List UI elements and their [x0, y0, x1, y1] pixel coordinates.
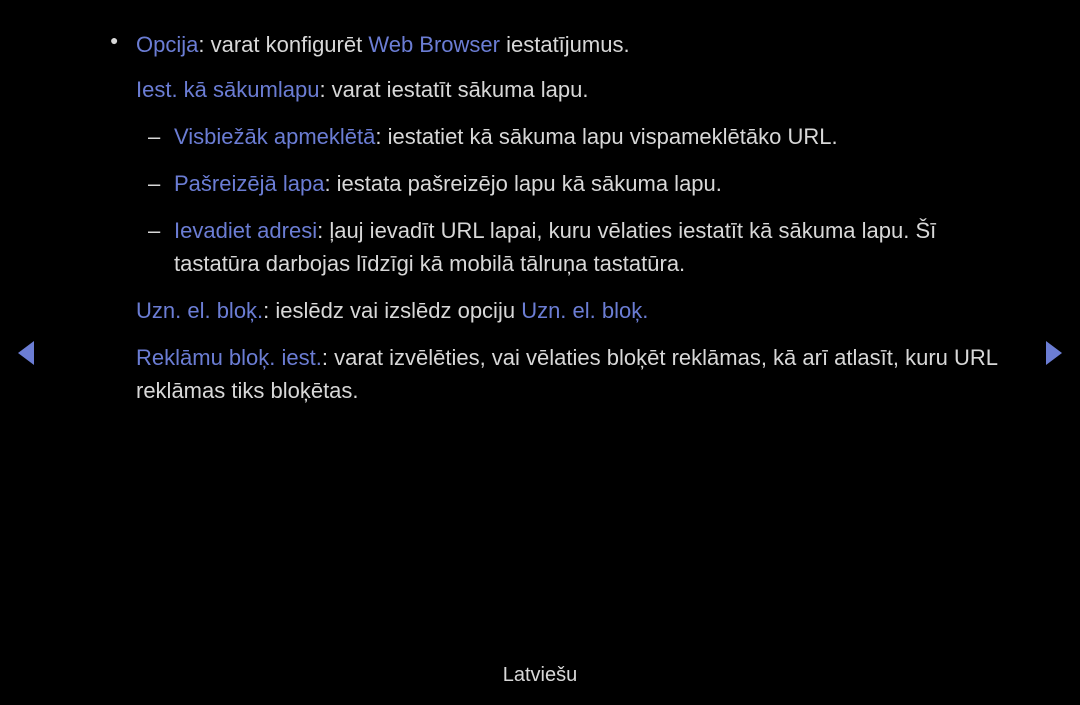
current-page-text: : iestata pašreizējo lapu kā sākuma lapu… [324, 171, 721, 196]
option-text2: iestatījumus. [500, 32, 630, 57]
nav-next-button[interactable] [1046, 341, 1062, 365]
homepage-text: : varat iestatīt sākuma lapu. [319, 77, 588, 102]
enter-address-label: Ievadiet adresi [174, 218, 317, 243]
popup-block-item: Uzn. el. bloķ.: ieslēdz vai izslēdz opci… [110, 294, 1000, 327]
homepage-item: Iest. kā sākumlapu: varat iestatīt sākum… [110, 73, 1000, 106]
current-page-label: Pašreizējā lapa [174, 171, 324, 196]
most-visited-text: : iestatiet kā sākuma lapu vispameklētāk… [375, 124, 837, 149]
option-item: Opcija: varat konfigurēt Web Browser ies… [110, 28, 1000, 61]
option-text1: : varat konfigurēt [198, 32, 368, 57]
homepage-label: Iest. kā sākumlapu [136, 77, 319, 102]
option-highlight: Web Browser [368, 32, 500, 57]
current-page-item: Pašreizējā lapa: iestata pašreizējo lapu… [110, 167, 1000, 200]
content-area: Opcija: varat konfigurēt Web Browser ies… [0, 0, 1080, 407]
option-label: Opcija [136, 32, 198, 57]
footer-language: Latviešu [0, 664, 1080, 687]
most-visited-label: Visbiežāk apmeklētā [174, 124, 375, 149]
ad-block-label: Reklāmu bloķ. iest. [136, 345, 322, 370]
nav-prev-button[interactable] [18, 341, 34, 365]
ad-block-item: Reklāmu bloķ. iest.: varat izvēlēties, v… [110, 341, 1000, 407]
popup-block-label: Uzn. el. bloķ. [136, 298, 263, 323]
popup-block-text1: : ieslēdz vai izslēdz opciju [263, 298, 521, 323]
enter-address-item: Ievadiet adresi: ļauj ievadīt URL lapai,… [110, 214, 1000, 280]
most-visited-item: Visbiežāk apmeklētā: iestatiet kā sākuma… [110, 120, 1000, 153]
popup-block-highlight: Uzn. el. bloķ. [521, 298, 648, 323]
